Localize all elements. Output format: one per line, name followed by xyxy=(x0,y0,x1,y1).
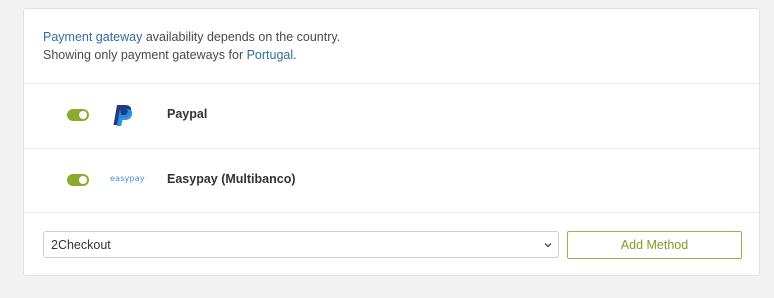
chevron-down-icon xyxy=(544,243,552,248)
gateway-row-easypay: easypay Easypay (Multibanco) xyxy=(24,149,759,213)
paypal-enabled-toggle[interactable] xyxy=(67,109,89,121)
payment-gateway-link[interactable]: Payment gateway xyxy=(43,30,142,44)
selected-method-value: 2Checkout xyxy=(51,238,111,252)
notice-line-1-text: availability depends on the country. xyxy=(142,30,341,44)
country-link[interactable]: Portugal xyxy=(247,48,294,62)
divider xyxy=(24,212,759,213)
easypay-enabled-toggle[interactable] xyxy=(67,174,89,186)
gateway-row-paypal: Paypal xyxy=(24,84,759,148)
toggle-knob xyxy=(79,111,87,119)
toggle-knob xyxy=(79,176,87,184)
notice-line-2-suffix: . xyxy=(293,48,297,62)
paypal-logo-icon xyxy=(113,105,133,126)
easypay-logo: easypay xyxy=(110,174,145,183)
notice-line-2-text: Showing only payment gateways for xyxy=(43,48,247,62)
notice-line-1: Payment gateway availability depends on … xyxy=(43,28,340,46)
gateway-name: Easypay (Multibanco) xyxy=(167,172,296,186)
payment-method-select[interactable]: 2Checkout xyxy=(43,231,559,258)
add-method-button[interactable]: Add Method xyxy=(567,231,742,259)
notice-line-2: Showing only payment gateways for Portug… xyxy=(43,46,340,64)
gateway-name: Paypal xyxy=(167,107,208,121)
payment-methods-card: Payment gateway availability depends on … xyxy=(23,8,760,276)
gateway-notice: Payment gateway availability depends on … xyxy=(43,28,340,64)
